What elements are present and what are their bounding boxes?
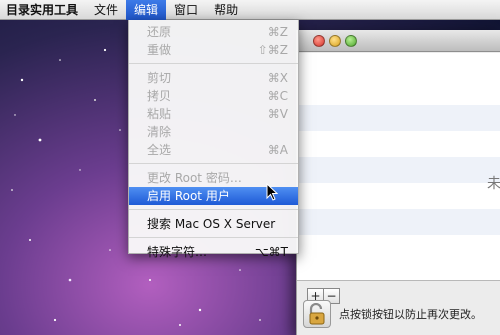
menu-item-select-all[interactable]: 全选 ⌘A (129, 141, 298, 159)
menu-item-cut[interactable]: 剪切 ⌘X (129, 69, 298, 87)
menu-item-label: 特殊字符… (147, 245, 208, 259)
minimize-window-button[interactable] (329, 35, 341, 47)
menu-item-shortcut: ⌘Z (267, 25, 288, 39)
list-row[interactable] (297, 183, 500, 209)
list-row[interactable] (297, 53, 500, 79)
menu-item-label: 重做 (147, 43, 172, 57)
menu-item-label: 搜索 Mac OS X Server (147, 217, 276, 231)
list-row[interactable] (297, 79, 500, 105)
menu-item-copy[interactable]: 拷贝 ⌘C (129, 87, 298, 105)
lock-hint-text: 点按锁按钮以防止再次更改。 (339, 308, 482, 321)
list-row[interactable] (297, 105, 500, 131)
menu-item-shortcut: ⌘C (267, 89, 288, 103)
services-list[interactable]: 未 (297, 53, 500, 281)
list-row[interactable] (297, 131, 500, 157)
menu-app-name[interactable]: 目录实用工具 (0, 0, 86, 20)
zoom-window-button[interactable] (345, 35, 357, 47)
menu-item-label: 拷贝 (147, 89, 172, 103)
mouse-pointer-icon (266, 183, 278, 201)
menu-item-label: 还原 (147, 25, 172, 39)
list-row[interactable] (297, 157, 500, 183)
edit-dropdown-menu: 还原 ⌘Z 重做 ⇧⌘Z 剪切 ⌘X 拷贝 ⌘C 粘贴 ⌘V 清除 全选 ⌘A … (128, 20, 299, 259)
directory-utility-window: 未 + − 点按锁按钮以防止再次更改。 (296, 30, 500, 335)
menu-separator (129, 209, 298, 210)
menu-separator (129, 237, 298, 238)
lock-area: 点按锁按钮以防止再次更改。 (303, 300, 482, 328)
window-titlebar[interactable] (297, 30, 500, 52)
menu-item-label: 清除 (147, 125, 172, 139)
menu-item-shortcut: ⇧⌘Z (257, 43, 288, 57)
menu-item-label: 粘贴 (147, 107, 172, 121)
menu-item-label: 剪切 (147, 71, 172, 85)
menu-separator (129, 163, 298, 164)
menu-separator (129, 63, 298, 64)
menu-edit[interactable]: 编辑 (126, 0, 167, 20)
menu-item-label: 启用 Root 用户 (147, 189, 230, 203)
list-row[interactable] (297, 209, 500, 235)
menu-item-label: 全选 (147, 143, 172, 157)
menu-item-redo[interactable]: 重做 ⇧⌘Z (129, 41, 298, 59)
menu-item-special-characters[interactable]: 特殊字符… ⌥⌘T (129, 243, 298, 261)
lock-button[interactable] (303, 300, 331, 328)
menu-item-shortcut: ⌥⌘T (254, 245, 288, 259)
close-window-button[interactable] (313, 35, 325, 47)
menu-bar: 目录实用工具 文件 编辑 窗口 帮助 (0, 0, 500, 20)
status-text: 未 (487, 176, 500, 192)
menu-item-shortcut: ⌘A (267, 143, 288, 157)
menu-item-undo[interactable]: 还原 ⌘Z (129, 23, 298, 41)
menu-item-search-server[interactable]: 搜索 Mac OS X Server (129, 215, 298, 233)
unlocked-padlock-icon (309, 303, 325, 325)
menu-item-shortcut: ⌘X (267, 71, 288, 85)
menu-window[interactable]: 窗口 (166, 0, 206, 20)
list-row[interactable] (297, 235, 500, 261)
menu-item-shortcut: ⌘V (267, 107, 288, 121)
menu-file[interactable]: 文件 (86, 0, 126, 20)
menu-item-paste[interactable]: 粘贴 ⌘V (129, 105, 298, 123)
menu-item-label: 更改 Root 密码… (147, 171, 242, 185)
menu-item-clear[interactable]: 清除 (129, 123, 298, 141)
menu-help[interactable]: 帮助 (206, 0, 246, 20)
